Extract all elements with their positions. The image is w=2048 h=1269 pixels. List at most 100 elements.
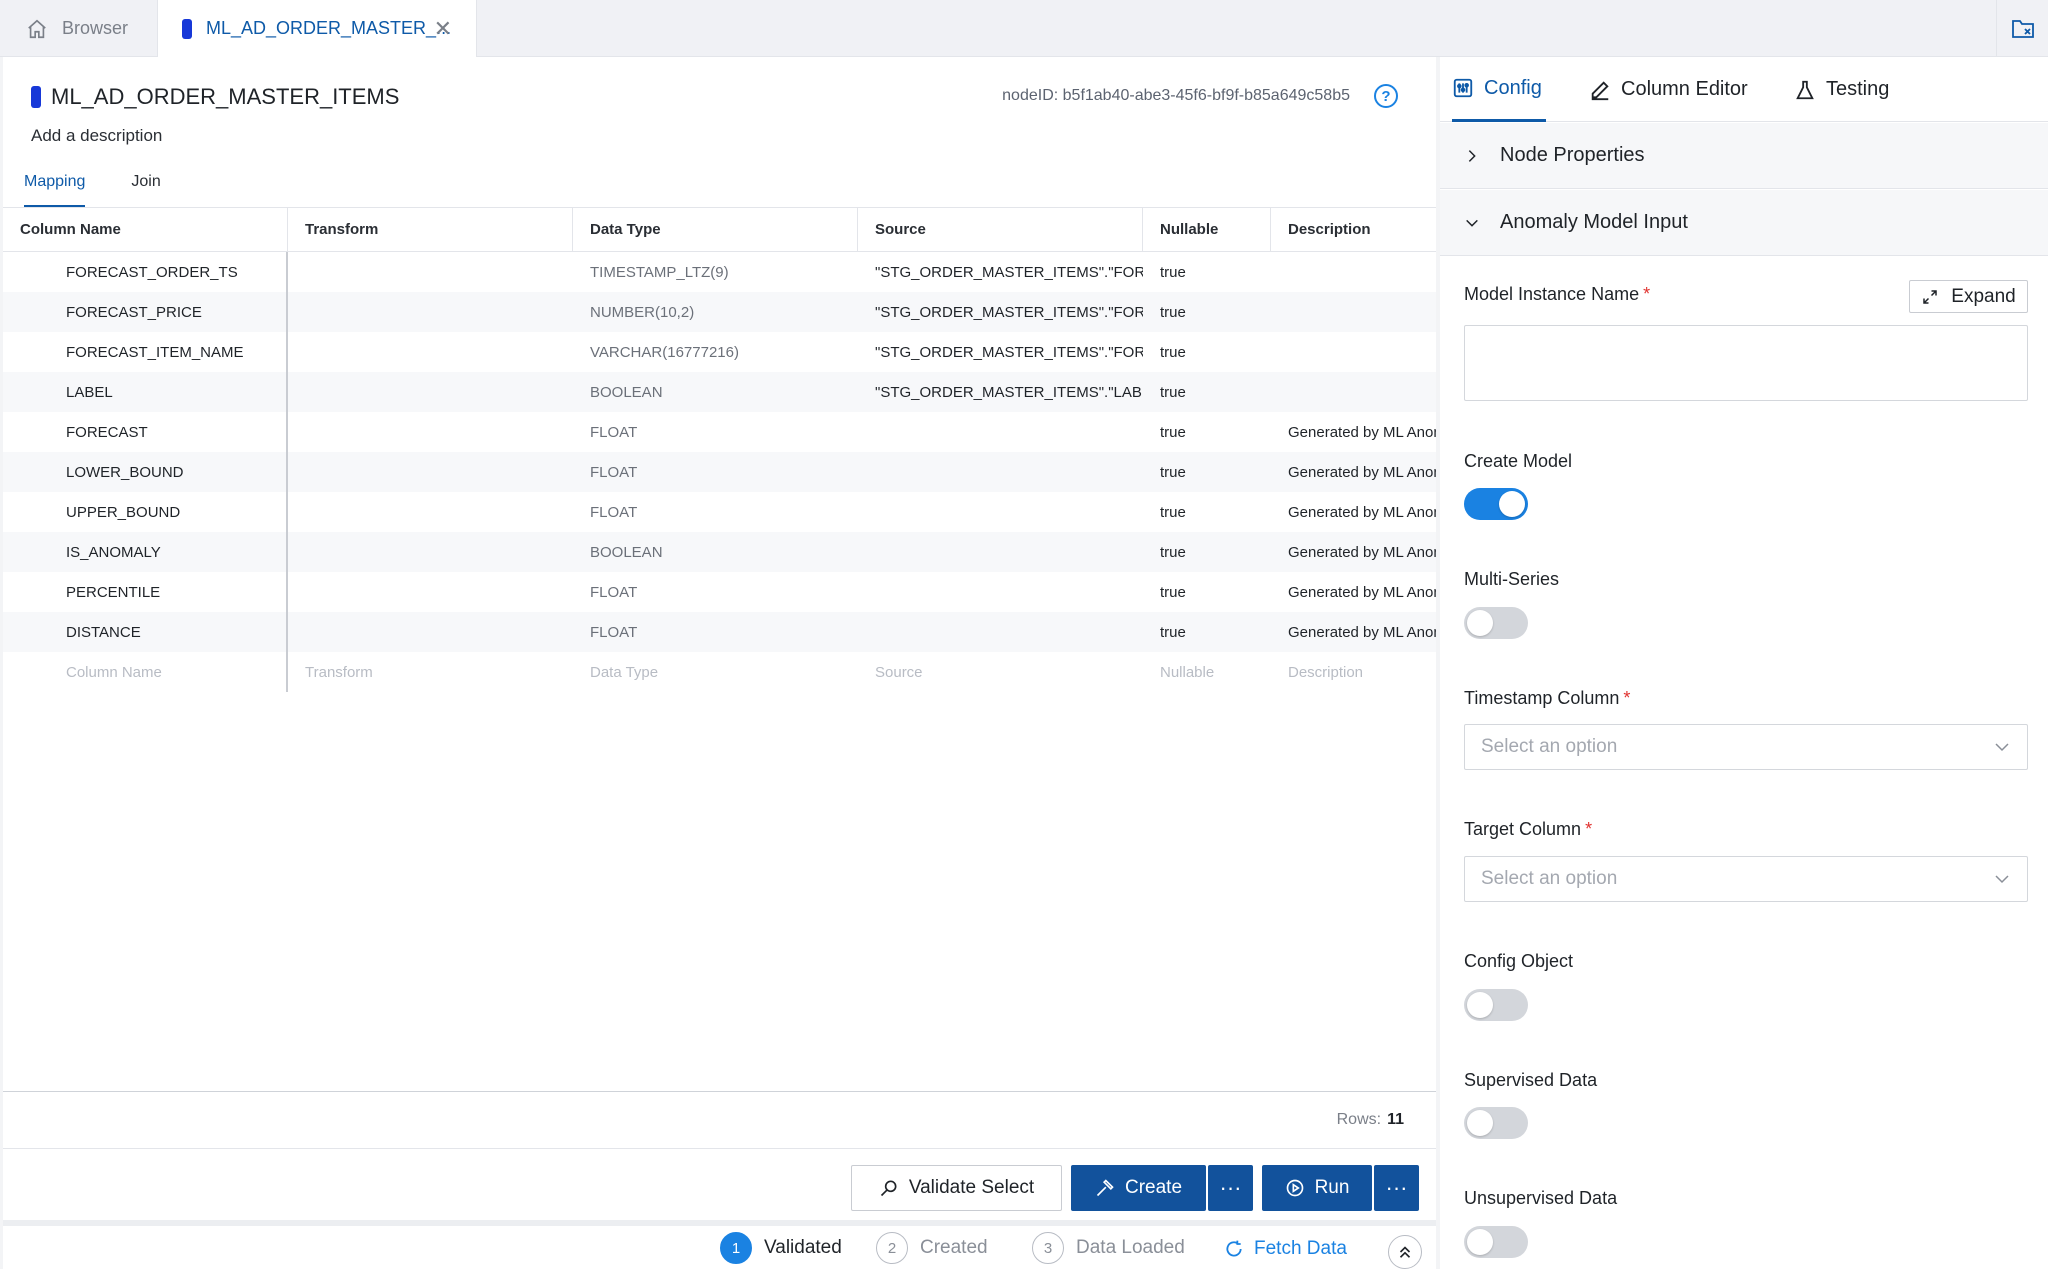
- cell-source[interactable]: [858, 572, 1143, 612]
- header-source[interactable]: Source: [858, 208, 1143, 251]
- cell-transform-placeholder[interactable]: Transform: [288, 652, 573, 692]
- help-icon[interactable]: ?: [1374, 84, 1398, 108]
- cell-nullable[interactable]: true: [1143, 412, 1271, 452]
- section-anomaly-model-input[interactable]: Anomaly Model Input: [1440, 190, 2048, 256]
- table-row[interactable]: FORECAST_ORDER_TS TIMESTAMP_LTZ(9) "STG_OR…: [3, 252, 1436, 292]
- cell-nullable[interactable]: true: [1143, 372, 1271, 412]
- cell-column-name[interactable]: LABEL: [3, 372, 288, 412]
- tab-column-editor[interactable]: Column Editor: [1589, 57, 1748, 122]
- cell-column-name[interactable]: FORECAST_ITEM_NAME: [3, 332, 288, 372]
- cell-transform[interactable]: [288, 292, 573, 332]
- create-more-button[interactable]: ···: [1208, 1165, 1253, 1211]
- cell-description[interactable]: Generated by ML Anomaly: [1271, 492, 1436, 532]
- cell-column-name[interactable]: FORECAST: [3, 412, 288, 452]
- cell-transform[interactable]: [288, 572, 573, 612]
- cell-description[interactable]: Generated by ML Anomaly: [1271, 572, 1436, 612]
- cell-nullable[interactable]: true: [1143, 452, 1271, 492]
- cell-source[interactable]: "STG_ORDER_MASTER_ITEMS"."LABEL": [858, 372, 1143, 412]
- cell-nullable[interactable]: true: [1143, 332, 1271, 372]
- cell-source[interactable]: [858, 612, 1143, 652]
- cell-nullable-placeholder[interactable]: Nullable: [1143, 652, 1271, 692]
- table-row[interactable]: IS_ANOMALY BOOLEAN true Generated by ML Ano…: [3, 532, 1436, 572]
- table-row[interactable]: PERCENTILE FLOAT trueGenerated by ML Anoma…: [3, 572, 1436, 612]
- cell-source-placeholder[interactable]: Source: [858, 652, 1143, 692]
- config-object-toggle[interactable]: [1464, 989, 1528, 1021]
- header-description[interactable]: Description: [1271, 208, 1436, 251]
- cell-source[interactable]: "STG_ORDER_MASTER_ITEMS"."FORECAST_PRICE…: [858, 292, 1143, 332]
- cell-data-type-placeholder[interactable]: Data Type: [573, 652, 858, 692]
- cell-description[interactable]: Generated by ML Anomaly: [1271, 412, 1436, 452]
- cell-description[interactable]: Generated by ML Anomaly: [1271, 612, 1436, 652]
- table-row[interactable]: FORECAST FLOAT trueGenerated by ML Anomaly: [3, 412, 1436, 452]
- create-button[interactable]: Create: [1071, 1165, 1206, 1211]
- cell-transform[interactable]: [288, 252, 573, 292]
- cell-column-name-placeholder[interactable]: Column Name: [3, 652, 288, 692]
- fetch-data-button[interactable]: Fetch Data: [1224, 1238, 1347, 1260]
- folder-close-button[interactable]: [1996, 0, 2048, 57]
- section-node-properties[interactable]: Node Properties: [1440, 123, 2048, 189]
- cell-nullable[interactable]: true: [1143, 612, 1271, 652]
- tab-config[interactable]: Config: [1452, 57, 1546, 122]
- timestamp-column-select[interactable]: Select an option: [1464, 724, 2028, 770]
- cell-source[interactable]: [858, 492, 1143, 532]
- cell-data-type[interactable]: FLOAT: [573, 612, 858, 652]
- cell-column-name[interactable]: PERCENTILE: [3, 572, 288, 612]
- cell-data-type[interactable]: FLOAT: [573, 452, 858, 492]
- multi-series-toggle[interactable]: [1464, 607, 1528, 639]
- add-description[interactable]: Add a description: [31, 126, 162, 146]
- supervised-data-toggle[interactable]: [1464, 1107, 1528, 1139]
- cell-data-type[interactable]: BOOLEAN: [573, 532, 858, 572]
- cell-data-type[interactable]: VARCHAR(16777216): [573, 332, 858, 372]
- run-button[interactable]: Run: [1262, 1165, 1372, 1211]
- table-row[interactable]: UPPER_BOUND FLOAT trueGenerated by ML Anom…: [3, 492, 1436, 532]
- cell-transform[interactable]: [288, 332, 573, 372]
- header-nullable[interactable]: Nullable: [1143, 208, 1271, 251]
- model-instance-name-input[interactable]: [1464, 325, 2028, 401]
- cell-transform[interactable]: [288, 412, 573, 452]
- tab-mapping[interactable]: Mapping: [24, 173, 86, 208]
- cell-data-type[interactable]: TIMESTAMP_LTZ(9): [573, 252, 858, 292]
- cell-description[interactable]: [1271, 332, 1436, 372]
- cell-nullable[interactable]: true: [1143, 532, 1271, 572]
- table-row[interactable]: DISTANCE FLOAT trueGenerated by ML Anomaly: [3, 612, 1436, 652]
- tab-join[interactable]: Join: [131, 173, 160, 208]
- cell-description[interactable]: Generated by ML Anomaly: [1271, 532, 1436, 572]
- close-icon[interactable]: ✕: [434, 16, 452, 42]
- cell-data-type[interactable]: BOOLEAN: [573, 372, 858, 412]
- cell-transform[interactable]: [288, 532, 573, 572]
- validate-select-button[interactable]: Validate Select: [851, 1165, 1062, 1211]
- cell-nullable[interactable]: true: [1143, 252, 1271, 292]
- cell-data-type[interactable]: NUMBER(10,2): [573, 292, 858, 332]
- cell-source[interactable]: [858, 452, 1143, 492]
- cell-nullable[interactable]: true: [1143, 292, 1271, 332]
- table-row[interactable]: LOWER_BOUND FLOAT trueGenerated by ML Anom…: [3, 452, 1436, 492]
- header-transform[interactable]: Transform: [288, 208, 573, 251]
- table-row[interactable]: FORECAST_PRICE NUMBER(10,2) "STG_ORDER_MAS…: [3, 292, 1436, 332]
- cell-nullable[interactable]: true: [1143, 492, 1271, 532]
- cell-description[interactable]: [1271, 252, 1436, 292]
- new-column-row[interactable]: Column Name Transform Data Type Source Nulla…: [3, 652, 1436, 692]
- unsupervised-data-toggle[interactable]: [1464, 1226, 1528, 1258]
- cell-data-type[interactable]: FLOAT: [573, 492, 858, 532]
- cell-nullable[interactable]: true: [1143, 572, 1271, 612]
- run-more-button[interactable]: ···: [1374, 1165, 1419, 1211]
- cell-description[interactable]: Generated by ML Anomaly: [1271, 452, 1436, 492]
- tab-browser[interactable]: Browser: [0, 0, 155, 57]
- cell-description[interactable]: [1271, 292, 1436, 332]
- header-column-name[interactable]: Column Name: [3, 208, 288, 251]
- cell-column-name[interactable]: DISTANCE: [3, 612, 288, 652]
- expand-button[interactable]: Expand: [1909, 280, 2028, 313]
- cell-transform[interactable]: [288, 612, 573, 652]
- cell-data-type[interactable]: FLOAT: [573, 412, 858, 452]
- header-data-type[interactable]: Data Type: [573, 208, 858, 251]
- target-column-select[interactable]: Select an option: [1464, 856, 2028, 902]
- tab-testing[interactable]: Testing: [1794, 57, 1889, 122]
- cell-source[interactable]: [858, 532, 1143, 572]
- collapse-panel-button[interactable]: [1388, 1235, 1422, 1269]
- cell-source[interactable]: [858, 412, 1143, 452]
- cell-column-name[interactable]: FORECAST_ORDER_TS: [3, 252, 288, 292]
- tab-node[interactable]: ML_AD_ORDER_MASTER_... ✕: [157, 0, 477, 57]
- cell-column-name[interactable]: IS_ANOMALY: [3, 532, 288, 572]
- create-model-toggle[interactable]: [1464, 488, 1528, 520]
- cell-transform[interactable]: [288, 492, 573, 532]
